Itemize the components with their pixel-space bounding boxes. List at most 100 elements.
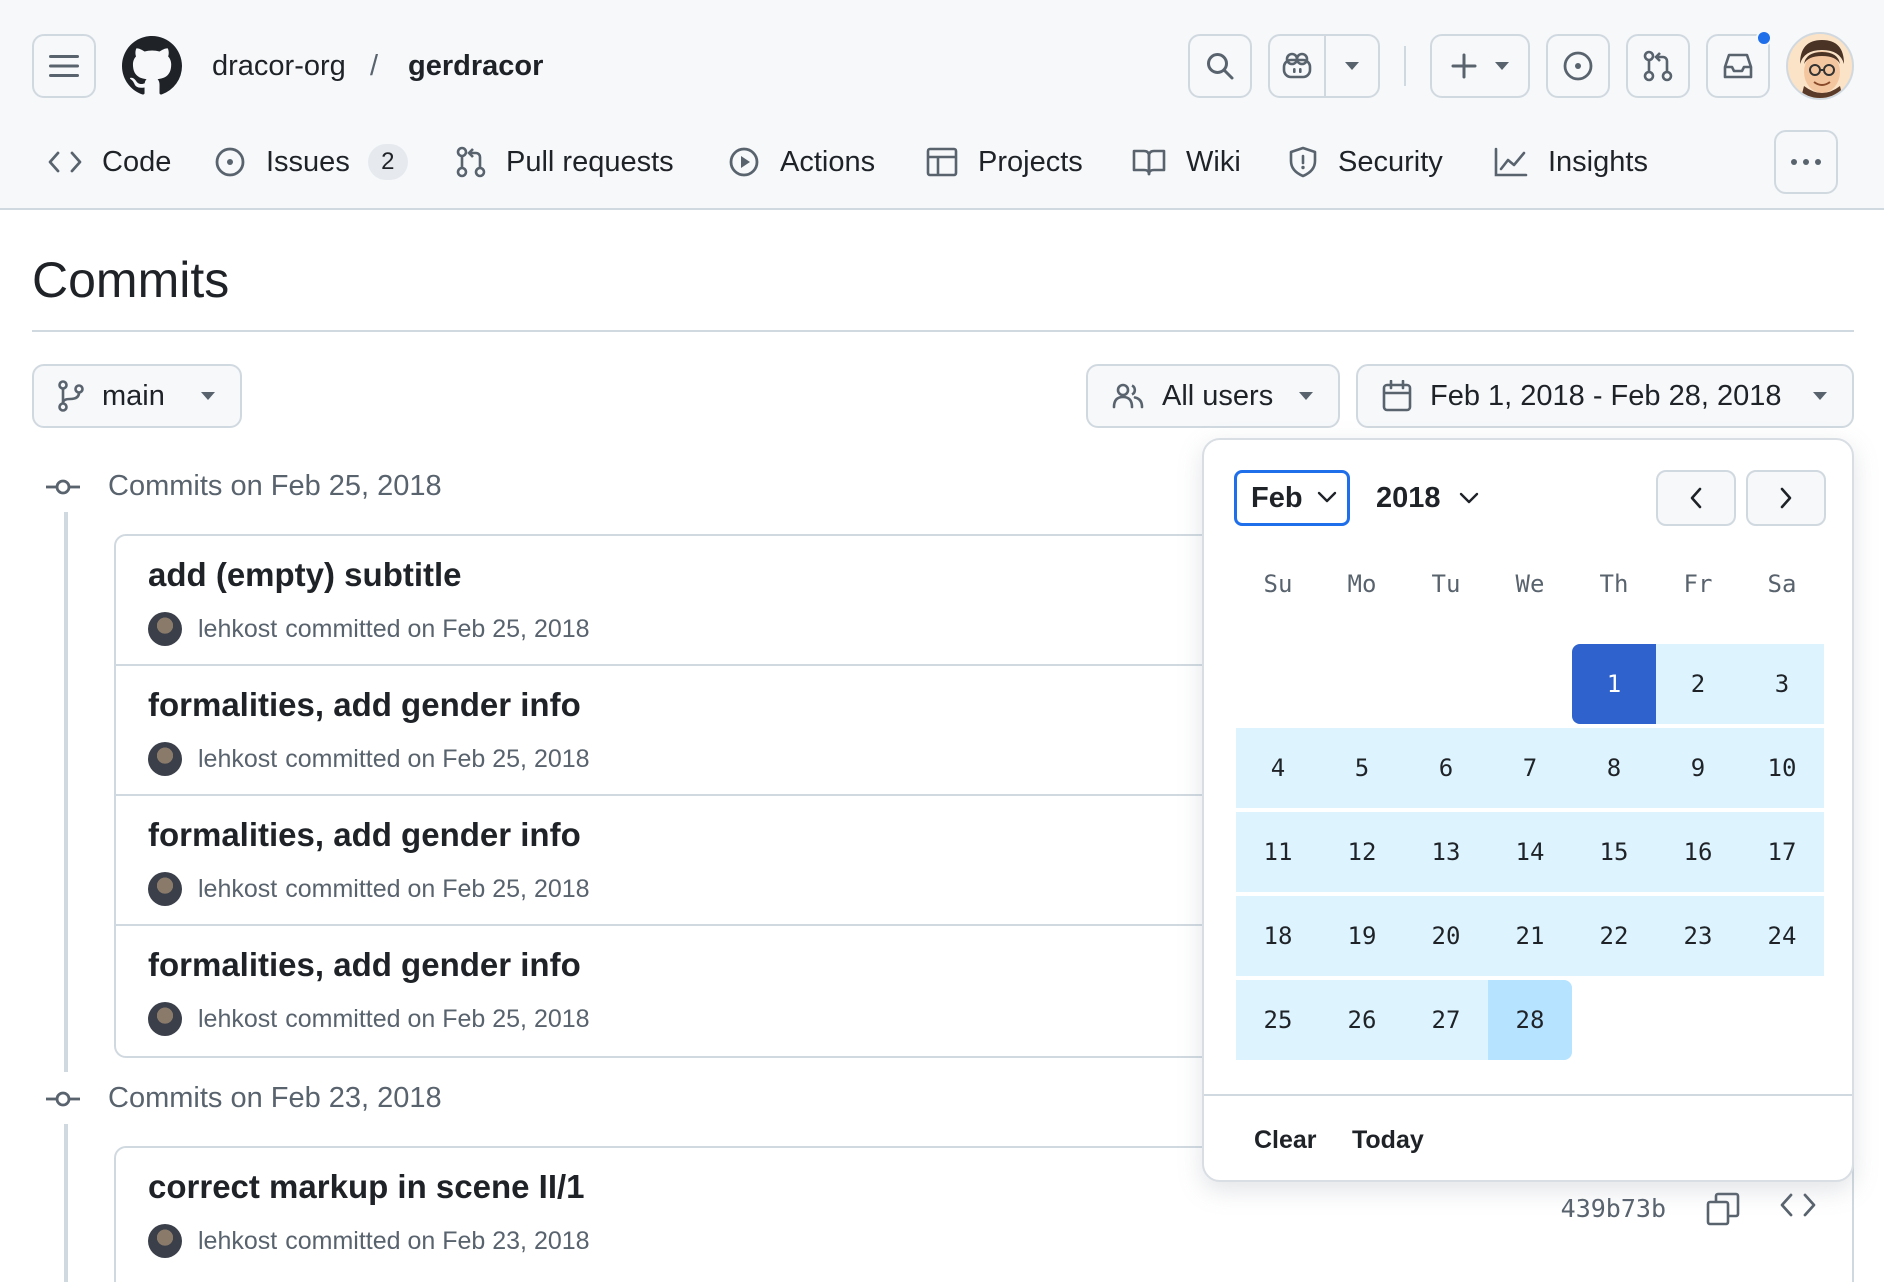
hamburger-icon (49, 55, 79, 77)
calendar-day[interactable]: 19 (1320, 896, 1404, 976)
your-issues-button[interactable] (1546, 34, 1610, 98)
tab-code-label: Code (102, 145, 172, 178)
commit-date: committed on Feb 23, 2018 (285, 1226, 590, 1255)
copilot-dropdown-button[interactable] (1324, 36, 1378, 96)
commit-date: committed on Feb 25, 2018 (285, 874, 590, 903)
tab-wiki[interactable]: Wiki (1132, 130, 1241, 194)
issues-counter: 2 (367, 144, 408, 180)
next-month-button[interactable] (1746, 470, 1826, 526)
commit-title[interactable]: add (empty) subtitle (148, 556, 462, 594)
calendar-day[interactable]: 3 (1740, 644, 1824, 724)
calendar-day[interactable]: 21 (1488, 896, 1572, 976)
breadcrumb-org[interactable]: dracor-org (212, 44, 346, 88)
calendar-day[interactable]: 18 (1236, 896, 1320, 976)
commit-meta: lehkost committed on Feb 25, 2018 (148, 742, 590, 776)
calendar-day[interactable]: 24 (1740, 896, 1824, 976)
triangle-down-icon (1813, 392, 1827, 400)
calendar-day[interactable]: 14 (1488, 812, 1572, 892)
commit-sha[interactable]: 439b73b (1561, 1194, 1666, 1223)
date-picker-popover: Feb 2018 Su Mo Tu We Th Fr Sa 1234567891… (1202, 438, 1854, 1182)
tab-pull-requests[interactable]: Pull requests (456, 130, 674, 194)
avatar[interactable] (148, 1002, 182, 1036)
month-select[interactable]: Feb (1234, 470, 1350, 526)
avatar[interactable] (148, 742, 182, 776)
today-button[interactable]: Today (1352, 1126, 1424, 1155)
weekday-label: Fr (1683, 570, 1713, 598)
commit-title[interactable]: formalities, add gender info (148, 686, 581, 724)
year-select[interactable]: 2018 (1376, 470, 1479, 526)
calendar-day[interactable]: 22 (1572, 896, 1656, 976)
user-avatar[interactable] (1786, 32, 1854, 100)
weekday-label: Th (1599, 570, 1629, 598)
commit-meta: lehkost committed on Feb 25, 2018 (148, 1002, 590, 1036)
avatar[interactable] (148, 1224, 182, 1258)
tab-security[interactable]: Security (1288, 130, 1443, 194)
commit-title[interactable]: formalities, add gender info (148, 946, 581, 984)
calendar-day[interactable]: 25 (1236, 980, 1320, 1060)
menu-button[interactable] (32, 34, 96, 98)
picker-divider (1204, 1094, 1852, 1096)
tab-code[interactable]: Code (48, 130, 171, 194)
github-logo-icon[interactable] (122, 36, 182, 96)
commit-author[interactable]: lehkost (198, 745, 277, 774)
calendar-day[interactable]: 23 (1656, 896, 1740, 976)
avatar[interactable] (148, 612, 182, 646)
issue-opened-icon (215, 147, 245, 177)
calendar-day[interactable]: 4 (1236, 728, 1320, 808)
issue-opened-icon (1563, 51, 1593, 81)
calendar-day[interactable]: 7 (1488, 728, 1572, 808)
avatar[interactable] (148, 872, 182, 906)
tab-actions[interactable]: Actions (728, 130, 875, 194)
commit-author[interactable]: lehkost (198, 875, 277, 904)
branch-selector[interactable]: main (32, 364, 242, 428)
calendar-day[interactable]: 20 (1404, 896, 1488, 976)
your-pull-requests-button[interactable] (1626, 34, 1690, 98)
commit-author[interactable]: lehkost (198, 1227, 277, 1256)
commit-title[interactable]: correct markup in scene II/1 (148, 1168, 585, 1206)
search-button[interactable] (1188, 34, 1252, 98)
calendar-day[interactable]: 15 (1572, 812, 1656, 892)
calendar-day[interactable]: 5 (1320, 728, 1404, 808)
commit-title[interactable]: formalities, add gender info (148, 816, 581, 854)
calendar-day[interactable]: 10 (1740, 728, 1824, 808)
calendar-day[interactable]: 13 (1404, 812, 1488, 892)
tab-insights[interactable]: Insights (1494, 130, 1648, 194)
commit-author[interactable]: lehkost (198, 615, 277, 644)
tab-projects-label: Projects (978, 145, 1083, 178)
commit-date: committed on Feb 25, 2018 (285, 614, 590, 643)
previous-month-button[interactable] (1656, 470, 1736, 526)
triangle-down-icon (201, 392, 215, 400)
calendar-day[interactable]: 1 (1572, 644, 1656, 724)
triangle-down-icon (1345, 62, 1359, 70)
create-new-button[interactable] (1430, 34, 1530, 98)
calendar-day[interactable]: 2 (1656, 644, 1740, 724)
tab-issues[interactable]: Issues 2 (214, 130, 408, 194)
calendar-day[interactable]: 16 (1656, 812, 1740, 892)
triangle-down-icon (1299, 392, 1313, 400)
calendar-day[interactable]: 11 (1236, 812, 1320, 892)
calendar-day[interactable]: 26 (1320, 980, 1404, 1060)
chevron-right-icon (1780, 487, 1792, 509)
calendar-day[interactable]: 8 (1572, 728, 1656, 808)
copilot-button[interactable] (1270, 36, 1324, 96)
timeline-line (64, 512, 68, 1072)
more-tabs-button[interactable] (1774, 130, 1838, 194)
calendar-day[interactable]: 9 (1656, 728, 1740, 808)
calendar-day[interactable]: 27 (1404, 980, 1488, 1060)
calendar-day[interactable]: 17 (1740, 812, 1824, 892)
tab-projects[interactable]: Projects (926, 130, 1083, 194)
users-filter[interactable]: All users (1086, 364, 1340, 428)
copy-icon[interactable] (1706, 1192, 1740, 1226)
date-range-filter[interactable]: Feb 1, 2018 - Feb 28, 2018 (1356, 364, 1854, 428)
breadcrumb-repo[interactable]: gerdracor (408, 44, 543, 88)
calendar-day[interactable]: 12 (1320, 812, 1404, 892)
commit-author[interactable]: lehkost (198, 1005, 277, 1034)
triangle-down-icon (1494, 62, 1509, 70)
code-icon (48, 151, 82, 173)
commit-group-date: Commits on Feb 23, 2018 (108, 1082, 442, 1114)
code-icon[interactable] (1780, 1192, 1816, 1218)
calendar-day[interactable]: 28 (1488, 980, 1572, 1060)
calendar-day[interactable]: 6 (1404, 728, 1488, 808)
copilot-icon (1282, 52, 1312, 79)
clear-button[interactable]: Clear (1254, 1126, 1317, 1155)
